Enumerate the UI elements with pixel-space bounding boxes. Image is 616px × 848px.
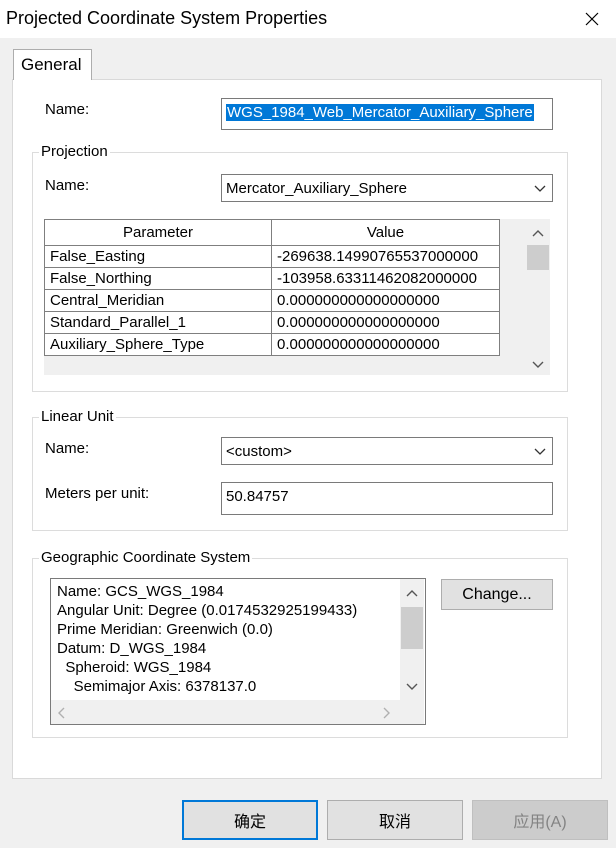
scroll-right-button[interactable]	[381, 706, 391, 723]
table-row[interactable]: Standard_Parallel_1 0.000000000000000000	[44, 311, 500, 334]
close-button[interactable]	[570, 2, 614, 36]
linear-unit-dropdown[interactable]: <custom>	[221, 437, 553, 465]
ok-button[interactable]: 确定	[182, 800, 318, 840]
chevron-down-icon	[534, 185, 546, 192]
chevron-down-icon	[406, 683, 418, 690]
value-cell[interactable]: 0.000000000000000000	[271, 311, 500, 334]
projection-group-title: Projection	[39, 143, 110, 160]
parameter-grid-scrollbar[interactable]	[526, 219, 550, 375]
scroll-up-button[interactable]	[400, 583, 424, 605]
linear-unit-name-label: Name:	[45, 440, 90, 457]
ok-button-label: 确定	[233, 814, 266, 831]
scroll-thumb[interactable]	[401, 607, 423, 649]
table-row[interactable]: Central_Meridian 0.000000000000000000	[44, 289, 500, 312]
scroll-down-button[interactable]	[526, 353, 550, 375]
value-cell[interactable]: 0.000000000000000000	[271, 289, 500, 312]
scrollbar-corner	[400, 700, 424, 724]
parameter-cell[interactable]: Central_Meridian	[44, 289, 272, 312]
name-field[interactable]: WGS_1984_Web_Mercator_Auxiliary_Sphere	[221, 98, 553, 130]
gcs-detail-line: Datum: D_WGS_1984	[57, 640, 207, 657]
scroll-left-button[interactable]	[57, 706, 67, 723]
parameter-cell[interactable]: False_Easting	[44, 245, 272, 268]
linear-unit-value: <custom>	[226, 443, 292, 460]
value-cell[interactable]: -269638.14990765537000000	[271, 245, 500, 268]
scroll-up-button[interactable]	[526, 223, 550, 245]
scroll-down-button[interactable]	[400, 675, 424, 697]
gcs-detail-line: Spheroid: WGS_1984	[57, 659, 212, 676]
meters-per-unit-value: 50.84757	[226, 488, 289, 505]
tab-general[interactable]: General	[13, 49, 92, 80]
chevron-down-icon	[534, 448, 546, 455]
parameter-cell[interactable]: Auxiliary_Sphere_Type	[44, 333, 272, 356]
projection-name-value: Mercator_Auxiliary_Sphere	[226, 180, 407, 197]
chevron-right-icon	[383, 707, 390, 719]
gcs-detail-line: Name: GCS_WGS_1984	[57, 583, 224, 600]
tab-general-label: General	[21, 55, 82, 74]
parameter-cell[interactable]: Standard_Parallel_1	[44, 311, 272, 334]
cancel-button[interactable]: 取消	[327, 800, 463, 840]
change-button-label: Change...	[462, 585, 532, 603]
chevron-up-icon	[532, 230, 544, 237]
projection-name-label: Name:	[45, 177, 90, 194]
gcs-detail-line: Prime Meridian: Greenwich (0.0)	[57, 621, 273, 638]
gcs-detail-line: Semimajor Axis: 6378137.0	[57, 678, 257, 695]
close-icon	[585, 12, 599, 26]
meters-per-unit-field[interactable]: 50.84757	[221, 482, 553, 515]
linear-unit-group-title: Linear Unit	[39, 408, 116, 425]
parameter-grid: Parameter Value False_Easting -269638.14…	[44, 219, 550, 375]
apply-button[interactable]: 应用(A)	[472, 800, 608, 840]
gcs-vertical-scrollbar[interactable]	[400, 579, 424, 700]
gcs-group-title: Geographic Coordinate System	[39, 549, 253, 566]
chevron-down-icon	[532, 361, 544, 368]
parameter-table: Parameter Value False_Easting -269638.14…	[44, 219, 500, 356]
table-header-row: Parameter Value	[44, 219, 500, 246]
gcs-detail-line: Angular Unit: Degree (0.0174532925199433…	[57, 602, 358, 619]
projection-name-dropdown[interactable]: Mercator_Auxiliary_Sphere	[221, 174, 553, 202]
column-header-parameter[interactable]: Parameter	[44, 219, 272, 246]
value-cell[interactable]: 0.000000000000000000	[271, 333, 500, 356]
name-label: Name:	[45, 101, 90, 118]
scroll-thumb[interactable]	[527, 245, 549, 270]
chevron-left-icon	[58, 707, 65, 719]
meters-per-unit-label: Meters per unit:	[45, 485, 150, 502]
column-header-value[interactable]: Value	[271, 219, 500, 246]
apply-button-label: 应用(A)	[513, 814, 567, 831]
chevron-up-icon	[406, 590, 418, 597]
cancel-button-label: 取消	[378, 814, 411, 831]
name-field-value: WGS_1984_Web_Mercator_Auxiliary_Sphere	[226, 104, 534, 121]
change-button[interactable]: Change...	[441, 579, 553, 610]
value-cell[interactable]: -103958.63311462082000000	[271, 267, 500, 290]
table-row[interactable]: False_Easting -269638.14990765537000000	[44, 245, 500, 268]
table-row[interactable]: False_Northing -103958.63311462082000000	[44, 267, 500, 290]
gcs-details-box[interactable]: Name: GCS_WGS_1984 Angular Unit: Degree …	[50, 578, 426, 725]
parameter-cell[interactable]: False_Northing	[44, 267, 272, 290]
title-bar: Projected Coordinate System Properties	[0, 0, 616, 38]
gcs-horizontal-scrollbar[interactable]	[51, 700, 400, 724]
window-title: Projected Coordinate System Properties	[6, 8, 328, 28]
table-row[interactable]: Auxiliary_Sphere_Type 0.0000000000000000…	[44, 333, 500, 356]
